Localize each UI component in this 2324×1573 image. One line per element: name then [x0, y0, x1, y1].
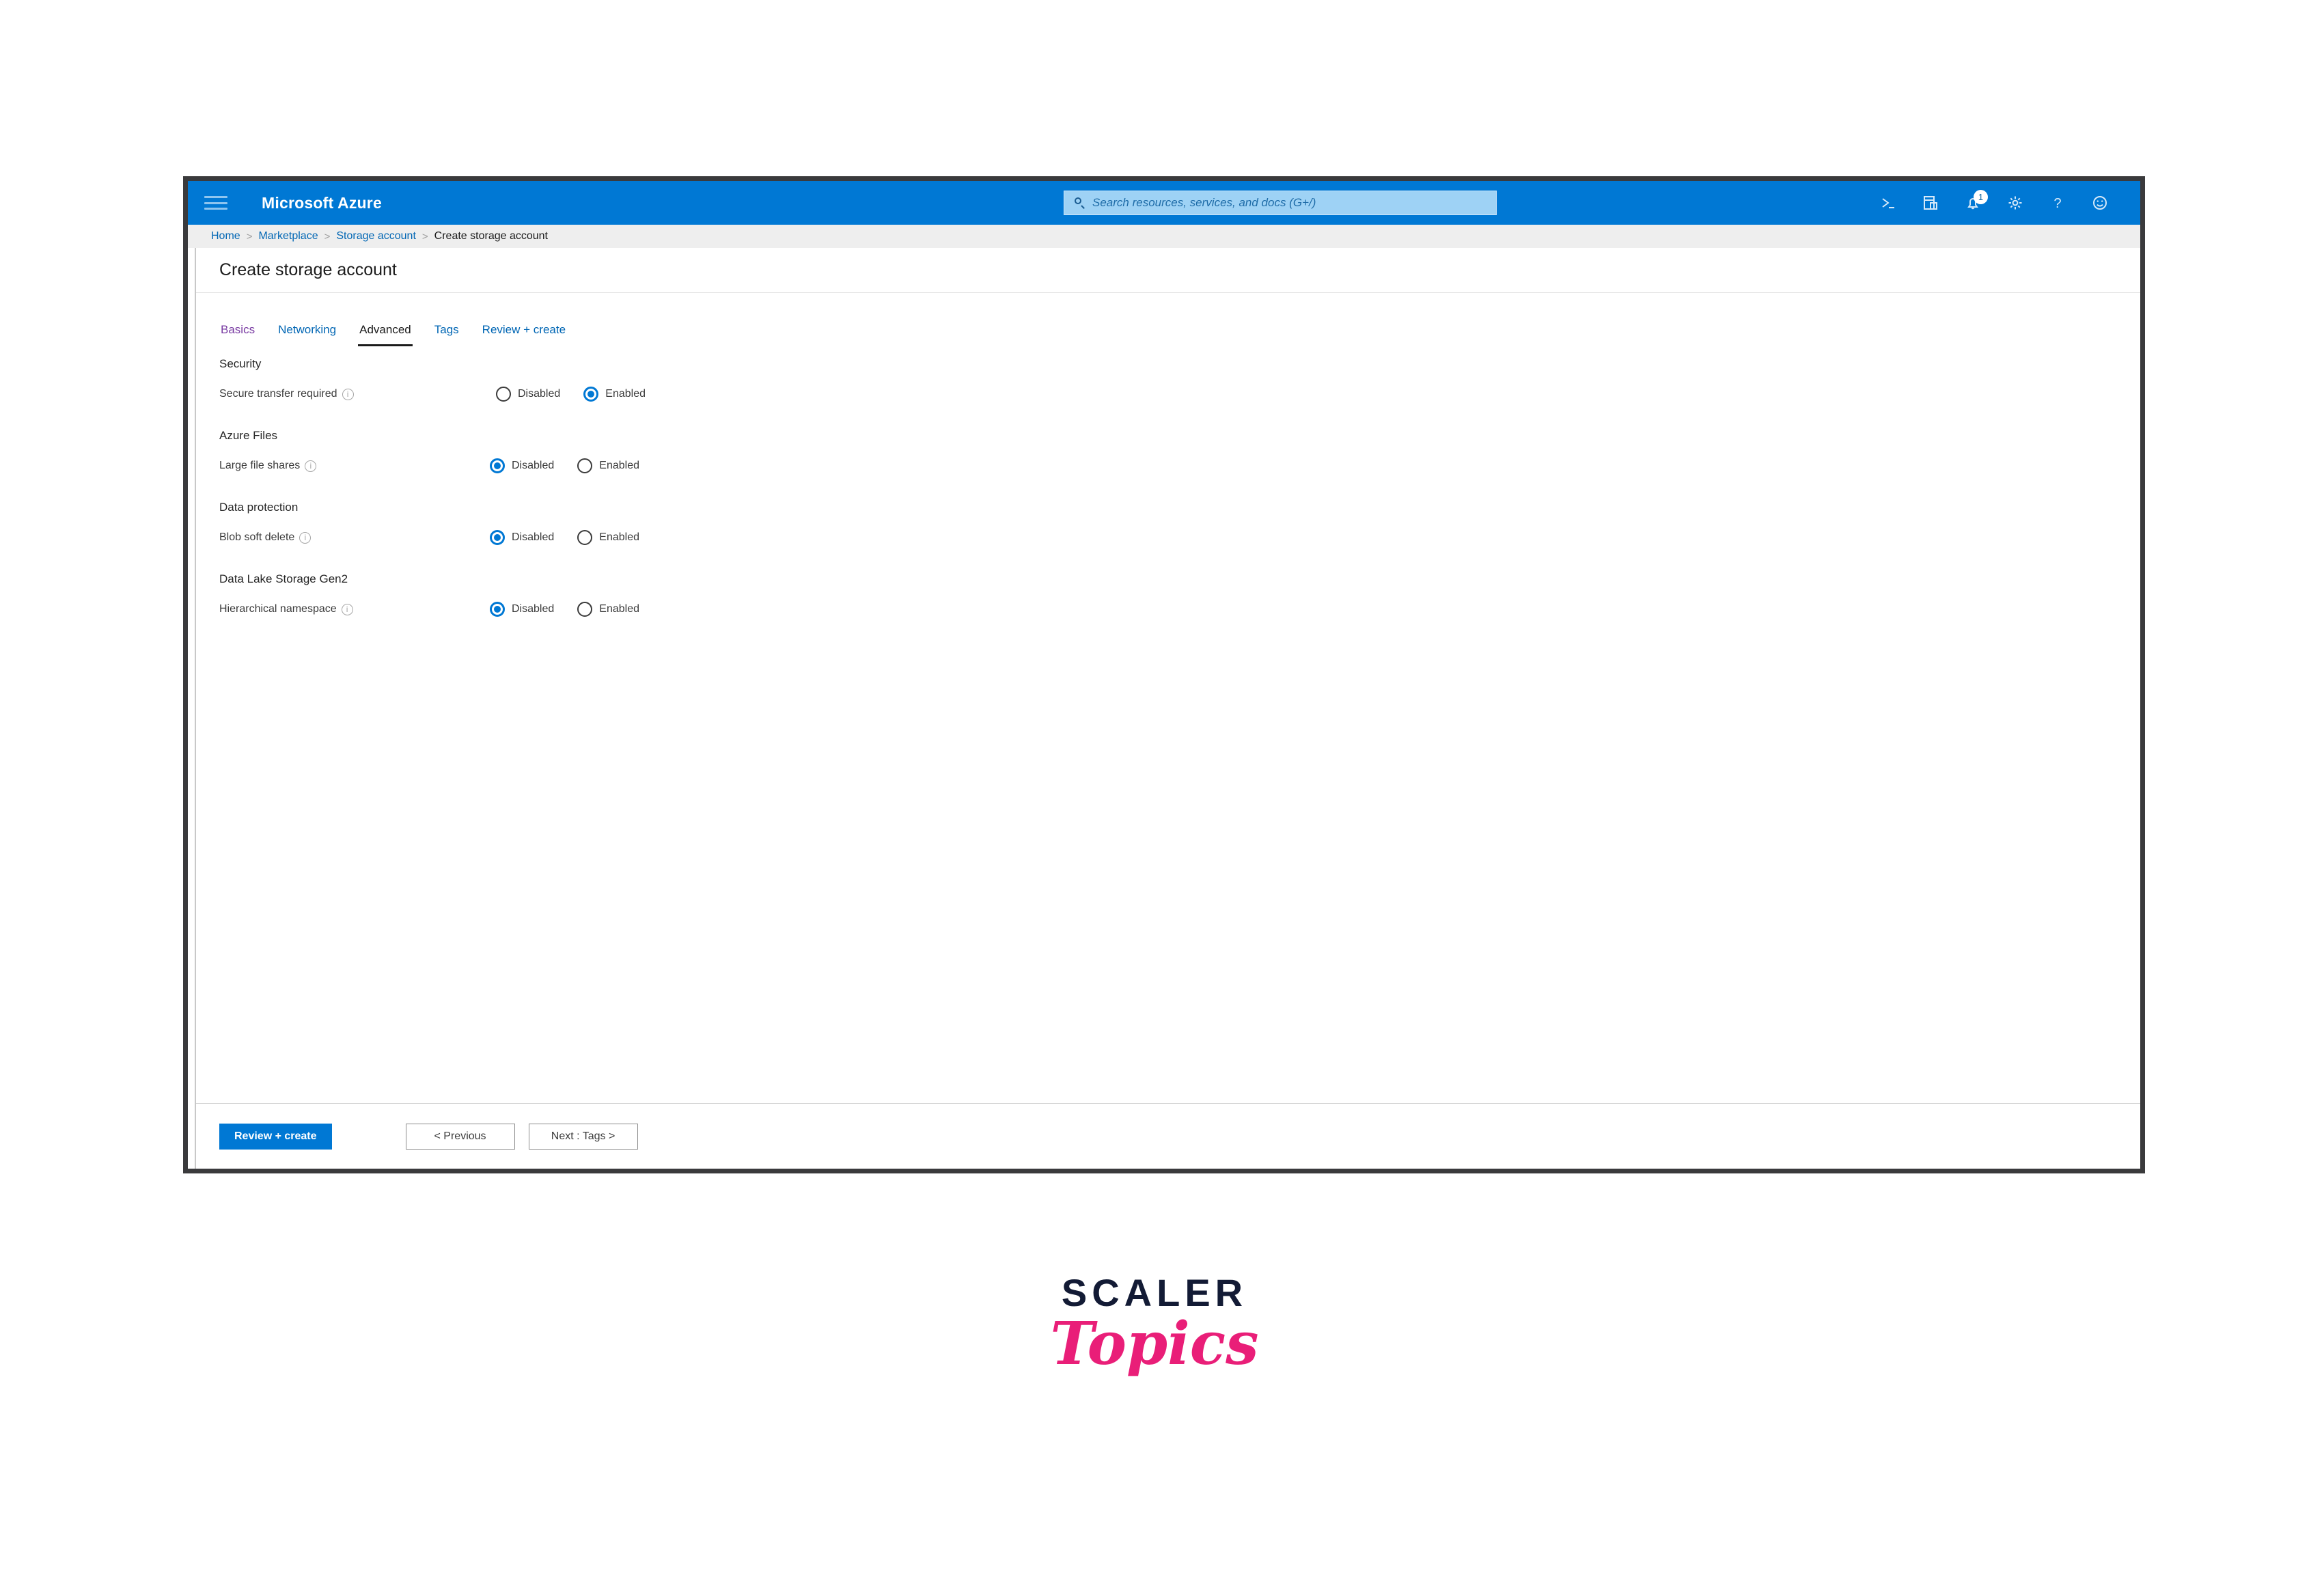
logo-topics-text: Topics [1050, 1309, 1259, 1378]
field-secure-transfer-required: Secure transfer required i Disabled Enab… [219, 382, 2140, 406]
info-icon[interactable]: i [342, 388, 354, 400]
field-large-file-shares: Large file shares i Disabled Enabled [219, 454, 2140, 477]
notifications-bell-icon[interactable]: 1 [1952, 181, 1994, 225]
radio-label: Disabled [512, 603, 555, 615]
radio-indicator[interactable] [577, 602, 593, 617]
radio-label: Disabled [518, 388, 561, 400]
radio-indicator[interactable] [577, 530, 593, 545]
radio-label: Enabled [599, 460, 639, 471]
radio-indicator[interactable] [490, 602, 505, 617]
radio-option-disabled[interactable]: Disabled [496, 387, 560, 402]
info-icon[interactable]: i [305, 460, 317, 472]
feedback-smiley-icon[interactable] [2079, 181, 2121, 225]
create-storage-account-blade: Create storage account Basics Networking… [195, 248, 2140, 1169]
radio-label: Enabled [599, 603, 639, 615]
scaler-topics-logo: SCALER Topics [1045, 1274, 1264, 1375]
radio-option-enabled[interactable]: Enabled [577, 530, 639, 545]
section-title: Data Lake Storage Gen2 [219, 572, 348, 585]
radio-group-large-file-shares: Disabled Enabled [490, 458, 663, 473]
radio-label: Disabled [512, 460, 555, 471]
hamburger-icon[interactable] [204, 194, 227, 212]
section-azure-files: Azure Files Large file shares i Disabled [219, 429, 2140, 477]
radio-indicator[interactable] [496, 387, 511, 402]
brand-label: Microsoft Azure [262, 193, 382, 212]
radio-label: Enabled [605, 388, 646, 400]
logo-scaler-text: SCALER [1061, 1271, 1248, 1314]
breadcrumb: Home > Marketplace > Storage account > C… [188, 225, 2140, 248]
azure-portal-window: Microsoft Azure Search resources, servic… [183, 176, 2145, 1173]
previous-button[interactable]: < Previous [405, 1123, 515, 1150]
field-blob-soft-delete: Blob soft delete i Disabled Enabled [219, 526, 2140, 549]
azure-top-bar: Microsoft Azure Search resources, servic… [188, 181, 2140, 225]
field-label-text: Secure transfer required [219, 388, 337, 400]
tab-tags[interactable]: Tags [433, 323, 460, 346]
next-tags-button[interactable]: Next : Tags > [528, 1123, 638, 1150]
notification-badge: 1 [1974, 190, 1988, 204]
field-label-text: Hierarchical namespace [219, 603, 337, 615]
section-data-lake-storage-gen2: Data Lake Storage Gen2 Hierarchical name… [219, 572, 2140, 621]
cloud-shell-icon[interactable] [1867, 181, 1909, 225]
radio-group-blob-soft-delete: Disabled Enabled [490, 530, 663, 545]
field-label: Blob soft delete i [219, 531, 490, 544]
tab-advanced[interactable]: Advanced [358, 323, 413, 346]
radio-option-disabled[interactable]: Disabled [490, 530, 554, 545]
info-icon[interactable]: i [299, 531, 312, 544]
search-placeholder: Search resources, services, and docs (G+… [1092, 196, 1316, 209]
section-security: Security Secure transfer required i Disa… [219, 357, 2140, 406]
radio-label: Disabled [512, 531, 555, 543]
field-hierarchical-namespace: Hierarchical namespace i Disabled Enable… [219, 598, 2140, 621]
blade-footer: Review + create < Previous Next : Tags > [196, 1103, 2140, 1169]
breadcrumb-separator: > [324, 230, 331, 242]
breadcrumb-item-create-storage-account: Create storage account [434, 230, 548, 242]
radio-option-disabled[interactable]: Disabled [490, 602, 554, 617]
help-icon[interactable]: ? [2036, 181, 2079, 225]
radio-option-enabled[interactable]: Enabled [577, 458, 639, 473]
info-icon[interactable]: i [341, 603, 353, 615]
section-title: Data protection [219, 501, 299, 514]
tab-networking[interactable]: Networking [277, 323, 337, 346]
radio-option-enabled[interactable]: Enabled [577, 602, 639, 617]
field-label: Hierarchical namespace i [219, 603, 490, 615]
radio-indicator[interactable] [577, 458, 593, 473]
section-data-protection: Data protection Blob soft delete i Disab… [219, 501, 2140, 549]
field-label-text: Blob soft delete [219, 531, 295, 543]
tab-review-create[interactable]: Review + create [481, 323, 567, 346]
radio-indicator[interactable] [490, 458, 505, 473]
radio-indicator[interactable] [583, 387, 599, 402]
section-title: Security [219, 357, 262, 370]
radio-option-disabled[interactable]: Disabled [490, 458, 554, 473]
breadcrumb-item-storage-account[interactable]: Storage account [336, 230, 416, 242]
tab-basics[interactable]: Basics [219, 323, 256, 346]
advanced-settings-form: Security Secure transfer required i Disa… [196, 346, 2140, 1103]
field-label: Large file shares i [219, 460, 490, 472]
search-icon [1074, 197, 1086, 209]
wizard-tabs: Basics Networking Advanced Tags Review +… [196, 308, 2140, 346]
breadcrumb-separator: > [246, 230, 253, 242]
field-label-text: Large file shares [219, 460, 301, 471]
radio-indicator[interactable] [490, 530, 505, 545]
radio-label: Enabled [599, 531, 639, 543]
field-label: Secure transfer required i [219, 388, 490, 400]
radio-group-secure-transfer: Disabled Enabled [496, 387, 669, 402]
section-title: Azure Files [219, 429, 278, 442]
breadcrumb-separator: > [421, 230, 428, 242]
page-title: Create storage account [219, 260, 397, 279]
blade-header: Create storage account [196, 248, 2140, 293]
directories-subscriptions-icon[interactable] [1909, 181, 1952, 225]
top-bar-icon-group: 1 ? [1867, 181, 2121, 225]
breadcrumb-item-home[interactable]: Home [211, 230, 240, 242]
settings-gear-icon[interactable] [1994, 181, 2036, 225]
radio-group-hierarchical-namespace: Disabled Enabled [490, 602, 663, 617]
search-input[interactable]: Search resources, services, and docs (G+… [1064, 191, 1497, 215]
radio-option-enabled[interactable]: Enabled [583, 387, 646, 402]
review-create-button[interactable]: Review + create [219, 1123, 332, 1150]
svg-text:?: ? [2053, 196, 2061, 211]
breadcrumb-item-marketplace[interactable]: Marketplace [258, 230, 318, 242]
